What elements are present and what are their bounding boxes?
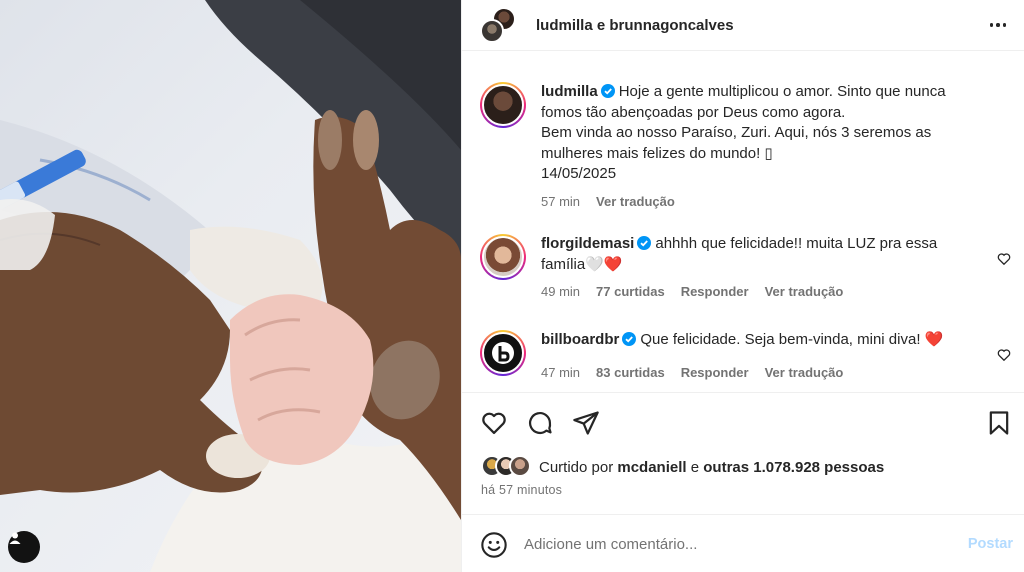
see-translation-link[interactable]: Ver tradução (765, 365, 844, 380)
avatar[interactable] (480, 234, 526, 280)
verified-badge-icon (637, 236, 652, 250)
liker-username[interactable]: mcdaniell (617, 459, 686, 476)
comment-likes[interactable]: 77 curtidas (596, 284, 665, 299)
comment-emoji: 🤍❤️ (585, 255, 623, 273)
reply-button[interactable]: Responder (681, 284, 749, 299)
avatar[interactable] (480, 82, 526, 128)
likes-prefix: Curtido por (539, 458, 614, 476)
comment-item: florgildemasi ahhhh que felicidade!! muit… (480, 234, 1011, 299)
likes-count[interactable]: outras 1.078.928 pessoas (703, 459, 884, 476)
post-header: ludmilla e brunnagoncalves (462, 0, 1024, 51)
heart-icon[interactable] (480, 409, 508, 437)
comment-username[interactable]: florgildemasi (541, 235, 634, 252)
verified-badge-icon (600, 84, 615, 98)
post-timestamp[interactable]: há 57 minutos (481, 483, 562, 497)
see-translation-link[interactable]: Ver tradução (765, 284, 844, 299)
photo-illustration (0, 0, 461, 572)
caption-date: 14/05/2025 (541, 165, 617, 182)
user-tag-icon[interactable] (8, 531, 40, 563)
paper-plane-icon[interactable] (572, 409, 600, 437)
comment-bubble-icon[interactable] (526, 409, 554, 437)
liker-avatars[interactable] (481, 455, 533, 479)
smiley-icon[interactable] (480, 531, 508, 559)
heart-icon[interactable] (997, 252, 1011, 266)
caption: ludmilla Hoje a gente multiplicou o amor.… (480, 82, 1011, 209)
caption-username[interactable]: ludmilla (541, 83, 598, 100)
reply-button[interactable]: Responder (681, 365, 749, 380)
comment-username[interactable]: billboardbr (541, 331, 619, 348)
verified-badge-icon (622, 332, 637, 346)
comments-list[interactable]: ludmilla Hoje a gente multiplicou o amor.… (462, 52, 1024, 392)
add-comment-bar: Postar (462, 514, 1024, 572)
heart-icon[interactable] (997, 348, 1011, 362)
comment-likes[interactable]: 83 curtidas (596, 365, 665, 380)
caption-line2: Bem vinda ao nosso Paraíso, Zuri. Aqui, … (541, 124, 932, 162)
author-link[interactable]: brunnagoncalves (609, 17, 733, 34)
likes-joiner: e (690, 458, 700, 476)
see-translation-link[interactable]: Ver tradução (596, 194, 675, 209)
author-link[interactable]: ludmilla (536, 17, 593, 34)
post-sidebar: ludmilla e brunnagoncalves ludmilla Hoje … (461, 0, 1024, 572)
comment-item: billboardbr Que felicidade. Seja bem-vind… (480, 330, 1011, 380)
collab-avatars[interactable] (480, 7, 516, 43)
more-horizontal-icon[interactable] (986, 13, 1010, 37)
bookmark-icon[interactable] (985, 409, 1013, 437)
post-comment-button[interactable]: Postar (968, 536, 1013, 552)
comment-input[interactable] (524, 529, 944, 559)
post-photo[interactable] (0, 0, 461, 572)
post-authors: ludmilla e brunnagoncalves (536, 17, 734, 34)
likes-summary: Curtido por mcdaniell e outras 1.078.928… (481, 455, 884, 479)
comment-text: Que felicidade. Seja bem-vinda, mini div… (640, 331, 921, 348)
comment-time[interactable]: 49 min (541, 284, 580, 299)
authors-joiner: e (596, 16, 606, 34)
comment-time[interactable]: 47 min (541, 365, 580, 380)
comment-emoji: ❤️ (924, 331, 944, 348)
avatar[interactable] (480, 330, 526, 376)
post-actions: Curtido por mcdaniell e outras 1.078.928… (462, 392, 1024, 512)
avatar[interactable] (480, 19, 504, 43)
caption-time[interactable]: 57 min (541, 194, 580, 209)
